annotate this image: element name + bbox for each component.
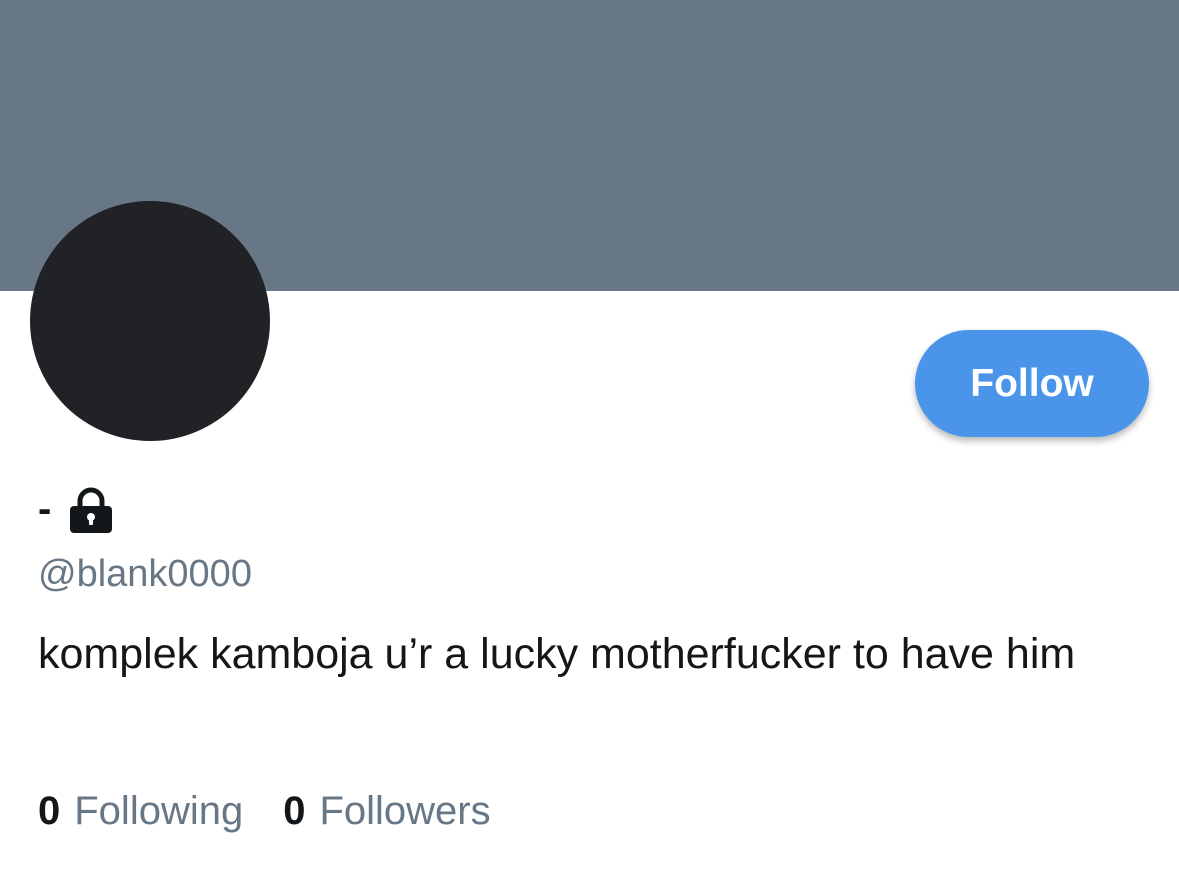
avatar[interactable] — [30, 201, 270, 441]
profile-bio: komplek kamboja u’r a lucky motherfucker… — [38, 630, 1076, 678]
following-stat[interactable]: 0 Following — [38, 786, 243, 836]
profile-handle: @blank0000 — [38, 553, 252, 595]
profile-name-row: - — [38, 484, 115, 534]
followers-stat[interactable]: 0 Followers — [283, 786, 490, 836]
following-label: Following — [74, 789, 244, 833]
profile-stats: 0 Following 0 Followers — [38, 786, 531, 836]
followers-label: Followers — [319, 789, 491, 833]
follow-button[interactable]: Follow — [915, 330, 1149, 437]
display-name: - — [38, 487, 52, 531]
lock-icon — [70, 487, 113, 533]
profile-page: Follow - @blank0000 komplek kamboja u’r … — [0, 0, 1179, 870]
followers-count: 0 — [283, 789, 306, 833]
following-count: 0 — [38, 789, 61, 833]
